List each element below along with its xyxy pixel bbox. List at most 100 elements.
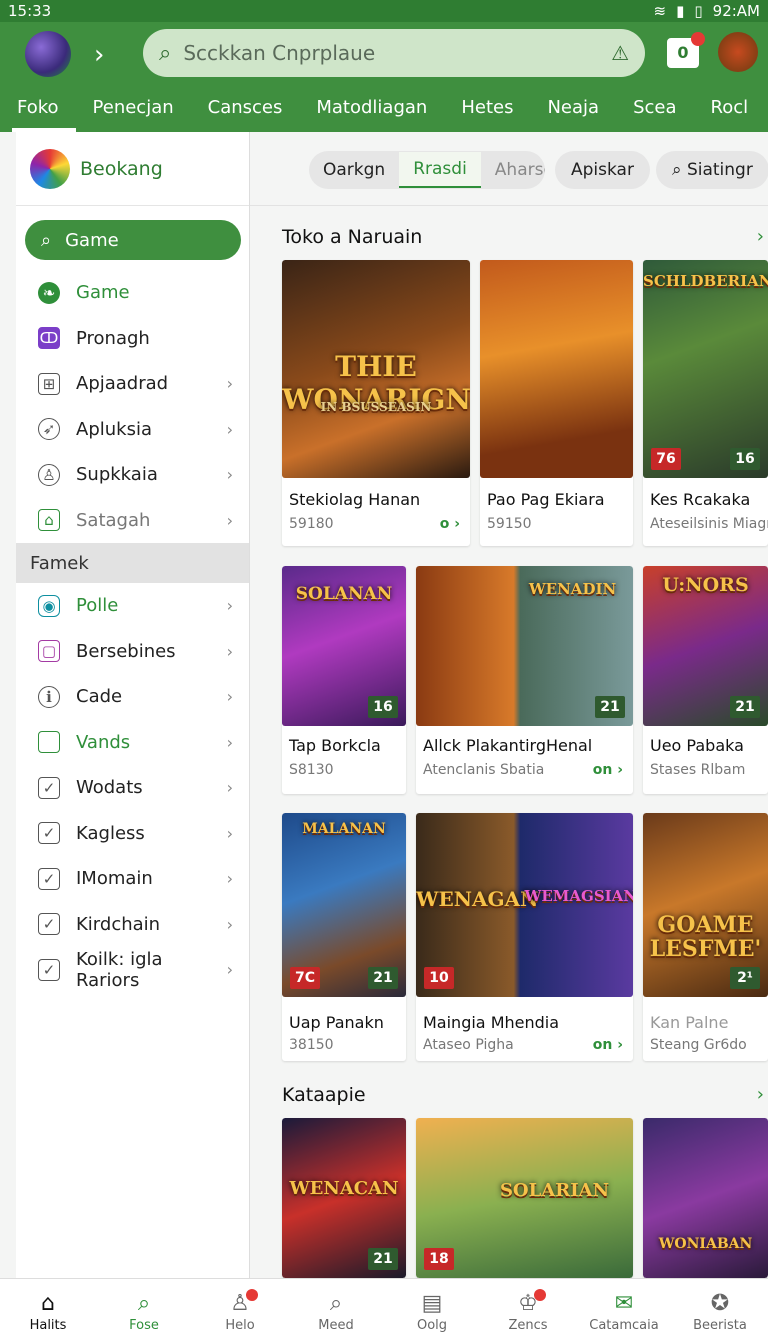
chevron-right-icon: › — [226, 374, 233, 394]
game-subtitle: Stases Rlbam — [650, 762, 746, 778]
game-card[interactable]: SOLANAN 16 Tap Borkcla S8130 — [282, 566, 406, 794]
nav-catamcaia[interactable]: ✉ Catamcaia — [576, 1279, 672, 1344]
sidebar-item-vands[interactable]: Vands › — [16, 720, 249, 766]
nav-label: Zencs — [508, 1318, 548, 1333]
search-input[interactable]: Scckkan Cnprplaue — [183, 41, 375, 65]
game-card[interactable]: Pao Pag Ekiara 59150 — [480, 260, 633, 546]
game-subtitle: Ateseilsinis Miagn — [650, 516, 768, 532]
tab-6[interactable]: Scea — [616, 86, 693, 132]
sidebar-item-koilk[interactable]: ✓ Koilk: igla Rariors › — [16, 947, 249, 993]
chip-siatingr[interactable]: ⌕ Siatingr — [656, 151, 768, 189]
chip-apiskar[interactable]: Apiskar — [555, 151, 650, 189]
sidebar-item-pronagh[interactable]: ↀ Pronagh — [16, 316, 249, 362]
tab-4[interactable]: Hetes — [444, 86, 530, 132]
game-card[interactable]: WONIABAN — [643, 1118, 768, 1278]
chevron-right-icon[interactable]: › — [757, 226, 764, 247]
leaf-icon: ❧ — [38, 281, 60, 304]
sidebar-item-label: Bersebines — [76, 640, 176, 662]
tab-1[interactable]: Penecjan — [76, 86, 191, 132]
game-card[interactable]: WENADIN 21 Allck PlakantirgHenal Atencla… — [416, 566, 633, 794]
game-subtitle: Atenclanis Sbatia — [423, 762, 545, 778]
tab-3[interactable]: Matodliagan — [299, 86, 444, 132]
sidebar-item-apluksia[interactable]: ➶ Apluksia › — [16, 407, 249, 453]
tab-2[interactable]: Cansces — [191, 86, 300, 132]
notification-button[interactable]: 0 — [667, 32, 705, 68]
warning-icon[interactable]: ⚠ — [611, 41, 629, 65]
chevron-right-icon: › — [226, 510, 233, 530]
nav-zencs[interactable]: ♔ Zencs — [480, 1279, 576, 1344]
game-card[interactable]: THIE WONARIGN IN BSUSSEASIN Stekiolag Ha… — [282, 260, 470, 546]
game-art: SOLARIAN 18 — [416, 1118, 633, 1278]
sidebar-item-game[interactable]: ❧ Game — [16, 270, 249, 316]
game-title: Maingia Mhendia — [423, 1013, 560, 1032]
notification-dot — [246, 1289, 258, 1301]
chevron-right-icon[interactable]: › — [757, 1084, 764, 1105]
game-title: Stekiolag Hanan — [289, 490, 421, 509]
game-card[interactable]: SCHLDBERIAN 76 16 Kes Rcakaka Ateseilsin… — [643, 260, 768, 546]
more-link[interactable]: o › — [440, 516, 460, 532]
category-tabs: Foko Penecjan Cansces Matodliagan Hetes … — [0, 86, 768, 132]
nav-meed[interactable]: ⌕ Meed — [288, 1279, 384, 1344]
sidebar-item-label: Wodats — [76, 777, 143, 799]
game-card[interactable]: WENAGAN WEMAGSIAN 10 Maingia Mhendia Ata… — [416, 813, 633, 1061]
filter-chips: Oarkgn Rrasdi Aharses Apiskar ⌕ Siatingr — [250, 132, 768, 206]
more-link[interactable]: on › — [593, 1037, 623, 1053]
tab-5[interactable]: Neaja — [530, 86, 616, 132]
sidebar-item-imomain[interactable]: ✓ IMomain › — [16, 856, 249, 902]
sidebar-item-wodats[interactable]: ✓ Wodats › — [16, 765, 249, 811]
app-bar: › ⌕ Scckkan Cnprplaue ⚠ 0 Foko Penecjan … — [0, 22, 768, 132]
sidebar-item-kagless[interactable]: ✓ Kagless › — [16, 811, 249, 857]
nav-label: Helo — [225, 1318, 255, 1333]
brand-logo-icon — [30, 148, 70, 189]
game-card[interactable]: WENACAN 21 — [282, 1118, 406, 1278]
controller-icon: ↀ — [38, 327, 60, 350]
sidebar-item-satagah[interactable]: ⌂ Satagah › — [16, 498, 249, 544]
sidebar-item-bersebines[interactable]: ▢ Bersebines › — [16, 629, 249, 675]
sidebar-item-kirdchain[interactable]: ✓ Kirdchain › — [16, 902, 249, 948]
sidebar-item-supkkaia[interactable]: ♙ Supkkaia › — [16, 452, 249, 498]
nav-label: Beerista — [693, 1318, 747, 1333]
chevron-right-icon: › — [226, 596, 233, 616]
age-badge: 16 — [368, 696, 398, 718]
nav-beerista[interactable]: ✪ Beerista — [672, 1279, 768, 1344]
nav-halits[interactable]: ⌂ Halits — [0, 1279, 96, 1344]
chevron-right-icon[interactable]: › — [94, 40, 104, 70]
game-card[interactable]: GOAME LESFME' 2¹ Kan Palne Steang Gr6do — [643, 813, 768, 1061]
checkbox-icon: ✓ — [38, 958, 60, 981]
search-bar[interactable]: ⌕ Scckkan Cnprplaue ⚠ — [143, 29, 645, 77]
nav-helo[interactable]: ♙ Helo — [192, 1279, 288, 1344]
nav-oolg[interactable]: ▤ Oolg — [384, 1279, 480, 1344]
game-subtitle: Steang Gr6do — [650, 1037, 747, 1053]
game-card[interactable]: U:NORS 21 Ueo Pabaka Stases Rlbam — [643, 566, 768, 794]
game-logo-subtext: IN BSUSSEASIN — [320, 400, 432, 414]
avatar[interactable] — [25, 31, 71, 77]
search-icon: ⌕ — [41, 229, 52, 251]
game-logo-text: WENACAN — [289, 1178, 399, 1199]
sidebar-item-cade[interactable]: ℹ Cade › — [16, 674, 249, 720]
tab-7[interactable]: Rocl — [694, 86, 766, 132]
game-title: Pao Pag Ekiara — [487, 490, 605, 509]
sidebar-item-polle[interactable]: ◉ Polle › — [16, 583, 249, 629]
profile-avatar[interactable] — [718, 32, 758, 72]
game-card[interactable]: MALANAN 7C 21 Uap Panakn 38150 — [282, 813, 406, 1061]
search-icon: ⌕ — [137, 1291, 151, 1316]
chip-oarkgn[interactable]: Oarkgn — [309, 151, 399, 189]
grid-icon: ⊞ — [38, 372, 60, 395]
nav-fose[interactable]: ⌕ Fose — [96, 1279, 192, 1344]
notification-dot — [691, 32, 705, 46]
game-art: WENACAN 21 — [282, 1118, 406, 1278]
info-icon: ℹ — [38, 685, 60, 708]
age-badge: 21 — [368, 1248, 398, 1270]
chip-rrasdi[interactable]: Rrasdi — [399, 152, 481, 188]
sidebar-search-button[interactable]: ⌕ Game — [25, 220, 241, 260]
sidebar-item-label: Vands — [76, 731, 131, 753]
sidebar-item-label: Kirdchain — [76, 913, 161, 935]
more-link[interactable]: on › — [593, 762, 623, 778]
sidebar-item-apjaadrad[interactable]: ⊞ Apjaadrad › — [16, 361, 249, 407]
chip-aharses[interactable]: Aharses — [481, 151, 545, 189]
tab-0[interactable]: Foko — [0, 86, 76, 132]
signal-icon: ▮ — [676, 2, 685, 20]
game-card[interactable]: SOLARIAN 18 — [416, 1118, 633, 1278]
sidebar-brand[interactable]: Beokang — [16, 132, 249, 206]
age-badge: 16 — [730, 448, 760, 470]
